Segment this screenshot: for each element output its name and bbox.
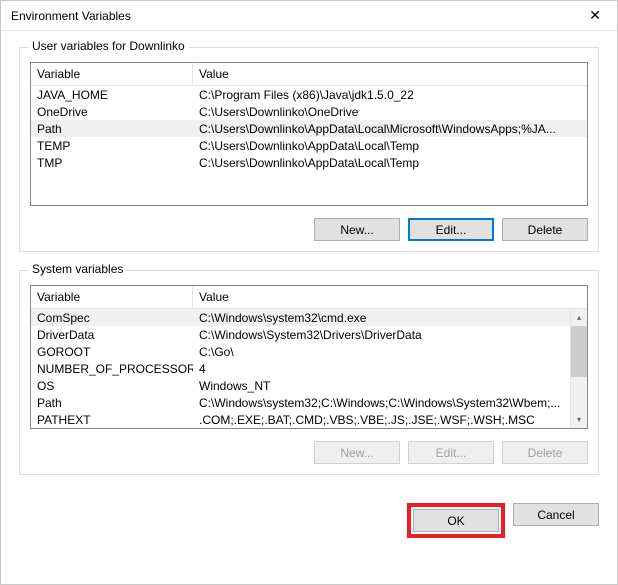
scroll-thumb[interactable] — [571, 326, 587, 377]
variable-value: C:\Program Files (x86)\Java\jdk1.5.0_22 — [193, 88, 587, 102]
ok-highlight-box: OK — [407, 503, 505, 538]
ok-button[interactable]: OK — [413, 509, 499, 532]
dialog-content: User variables for Downlinko Variable Va… — [1, 31, 617, 503]
close-icon: ✕ — [589, 7, 601, 24]
dialog-footer: OK Cancel — [1, 503, 617, 552]
system-edit-button[interactable]: Edit... — [408, 441, 494, 464]
variable-value: 4 — [193, 362, 570, 376]
table-row[interactable]: OSWindows_NT — [31, 377, 570, 394]
variable-name: ComSpec — [31, 311, 193, 325]
titlebar: Environment Variables ✕ — [1, 1, 617, 31]
variable-value: C:\Go\ — [193, 345, 570, 359]
variable-name: TEMP — [31, 139, 193, 153]
system-new-button[interactable]: New... — [314, 441, 400, 464]
variable-value: C:\Users\Downlinko\OneDrive — [193, 105, 587, 119]
variable-name: Path — [31, 122, 193, 136]
table-row[interactable]: GOROOTC:\Go\ — [31, 343, 570, 360]
table-row[interactable]: PATHEXT.COM;.EXE;.BAT;.CMD;.VBS;.VBE;.JS… — [31, 411, 570, 428]
table-row[interactable]: NUMBER_OF_PROCESSORS4 — [31, 360, 570, 377]
variable-value: C:\Windows\system32;C:\Windows;C:\Window… — [193, 396, 570, 410]
table-row[interactable]: ComSpecC:\Windows\system32\cmd.exe — [31, 309, 570, 326]
variable-name: Path — [31, 396, 193, 410]
system-group-label: System variables — [28, 262, 127, 276]
user-group-label: User variables for Downlinko — [28, 39, 189, 53]
variable-name: OneDrive — [31, 105, 193, 119]
variable-name: JAVA_HOME — [31, 88, 193, 102]
col-value[interactable]: Value — [193, 286, 570, 308]
variable-value: Windows_NT — [193, 379, 570, 393]
col-variable[interactable]: Variable — [31, 63, 193, 85]
table-row[interactable]: DriverDataC:\Windows\System32\Drivers\Dr… — [31, 326, 570, 343]
user-new-button[interactable]: New... — [314, 218, 400, 241]
table-row[interactable]: TMPC:\Users\Downlinko\AppData\Local\Temp — [31, 154, 587, 171]
user-delete-button[interactable]: Delete — [502, 218, 588, 241]
user-buttons-row: New... Edit... Delete — [30, 218, 588, 241]
scroll-down-icon[interactable]: ▾ — [571, 411, 587, 428]
variable-value: C:\Windows\System32\Drivers\DriverData — [193, 328, 570, 342]
cancel-button[interactable]: Cancel — [513, 503, 599, 526]
table-row[interactable]: PathC:\Users\Downlinko\AppData\Local\Mic… — [31, 120, 587, 137]
variable-name: TMP — [31, 156, 193, 170]
system-variables-list[interactable]: Variable Value ComSpecC:\Windows\system3… — [30, 285, 588, 429]
system-buttons-row: New... Edit... Delete — [30, 441, 588, 464]
variable-value: C:\Users\Downlinko\AppData\Local\Temp — [193, 156, 587, 170]
scroll-up-icon[interactable]: ▴ — [571, 309, 587, 326]
scroll-track[interactable] — [571, 326, 587, 411]
system-variables-group: System variables Variable Value ComSpecC… — [19, 270, 599, 475]
list-header: Variable Value — [31, 63, 587, 86]
user-variables-group: User variables for Downlinko Variable Va… — [19, 47, 599, 252]
user-edit-button[interactable]: Edit... — [408, 218, 494, 241]
variable-name: OS — [31, 379, 193, 393]
table-row[interactable]: OneDriveC:\Users\Downlinko\OneDrive — [31, 103, 587, 120]
variable-value: C:\Users\Downlinko\AppData\Local\Microso… — [193, 122, 587, 136]
table-row[interactable]: JAVA_HOMEC:\Program Files (x86)\Java\jdk… — [31, 86, 587, 103]
list-header: Variable Value — [31, 286, 587, 309]
variable-name: NUMBER_OF_PROCESSORS — [31, 362, 193, 376]
close-button[interactable]: ✕ — [573, 1, 617, 31]
col-variable[interactable]: Variable — [31, 286, 193, 308]
variable-value: C:\Users\Downlinko\AppData\Local\Temp — [193, 139, 587, 153]
table-row[interactable]: PathC:\Windows\system32;C:\Windows;C:\Wi… — [31, 394, 570, 411]
variable-name: GOROOT — [31, 345, 193, 359]
variable-name: PATHEXT — [31, 413, 193, 427]
variable-value: .COM;.EXE;.BAT;.CMD;.VBS;.VBE;.JS;.JSE;.… — [193, 413, 570, 427]
system-delete-button[interactable]: Delete — [502, 441, 588, 464]
table-row[interactable]: TEMPC:\Users\Downlinko\AppData\Local\Tem… — [31, 137, 587, 154]
vertical-scrollbar[interactable]: ▴ ▾ — [570, 309, 587, 428]
variable-value: C:\Windows\system32\cmd.exe — [193, 311, 570, 325]
variable-name: DriverData — [31, 328, 193, 342]
user-variables-list[interactable]: Variable Value JAVA_HOMEC:\Program Files… — [30, 62, 588, 206]
col-value[interactable]: Value — [193, 63, 587, 85]
window-title: Environment Variables — [11, 9, 131, 23]
